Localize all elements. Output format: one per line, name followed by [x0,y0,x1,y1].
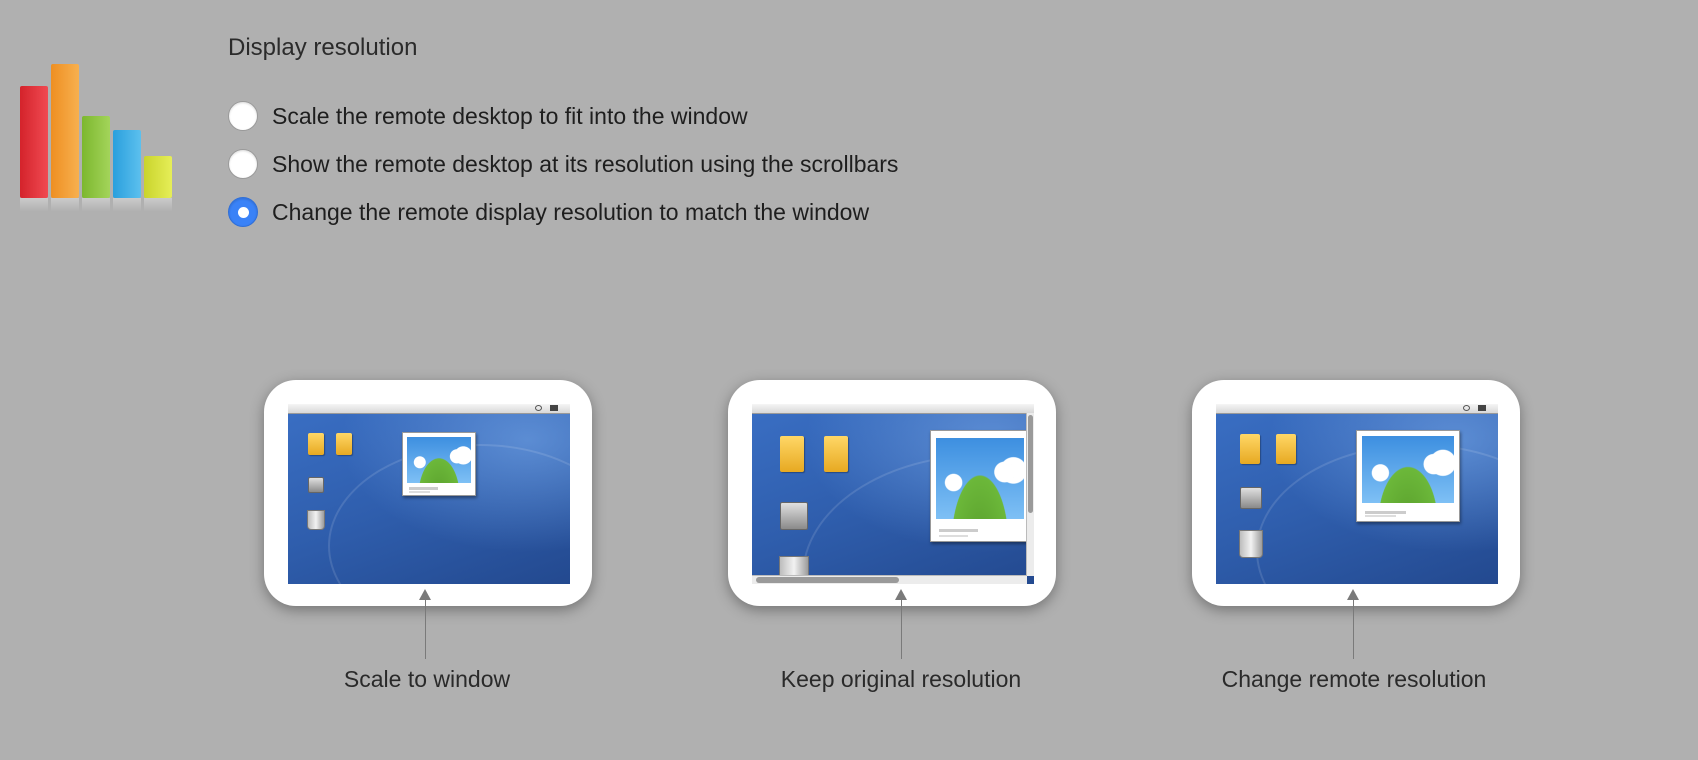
logo-bar [144,156,172,212]
radio-option-show-with-scrollbars[interactable]: Show the remote desktop at its resolutio… [228,147,898,181]
radio-label: Show the remote desktop at its resolutio… [272,150,899,177]
folder-icon [1276,434,1296,464]
logo-bar [113,130,141,212]
hard-drive-icon [780,502,808,530]
horizontal-scrollbar [752,575,1027,584]
radio-button[interactable] [228,101,258,131]
preview-caption: Keep original resolution [780,666,1022,692]
preview-desktop-screen [288,404,570,584]
radio-button-selected[interactable] [228,197,258,227]
hard-drive-icon [1240,487,1262,509]
radio-label: Change the remote display resolution to … [272,198,870,225]
radio-button[interactable] [228,149,258,179]
section-title: Display resolution [228,34,418,61]
preview-scale-to-window[interactable] [264,380,592,606]
radio-option-change-remote-resolution[interactable]: Change the remote display resolution to … [228,195,869,229]
logo-bar [82,116,110,212]
vertical-scrollbar [1026,413,1034,576]
photo-icon [930,430,1030,542]
folder-icon [824,436,848,472]
radio-label: Scale the remote desktop to fit into the… [272,102,748,129]
preview-change-remote-resolution[interactable] [1192,380,1520,606]
preview-keep-original-resolution[interactable] [728,380,1056,606]
logo-bar [51,64,79,212]
folder-icon [1240,434,1260,464]
radio-option-scale-to-fit[interactable]: Scale the remote desktop to fit into the… [228,99,748,133]
logo-bar [20,86,48,212]
folder-icon [336,433,352,455]
photo-icon [1356,430,1460,522]
trash-icon [1239,530,1263,558]
preview-caption: Change remote resolution [1221,666,1487,692]
photo-icon [402,432,476,496]
preview-desktop-screen [1216,404,1498,584]
trash-icon [307,510,325,530]
pointer-line [901,599,902,659]
preview-caption: Scale to window [343,666,511,692]
preview-desktop-screen [752,404,1034,584]
pointer-line [425,599,426,659]
folder-icon [780,436,804,472]
hard-drive-icon [308,477,324,493]
pointer-line [1353,599,1354,659]
app-logo-icon [20,48,180,212]
folder-icon [308,433,324,455]
